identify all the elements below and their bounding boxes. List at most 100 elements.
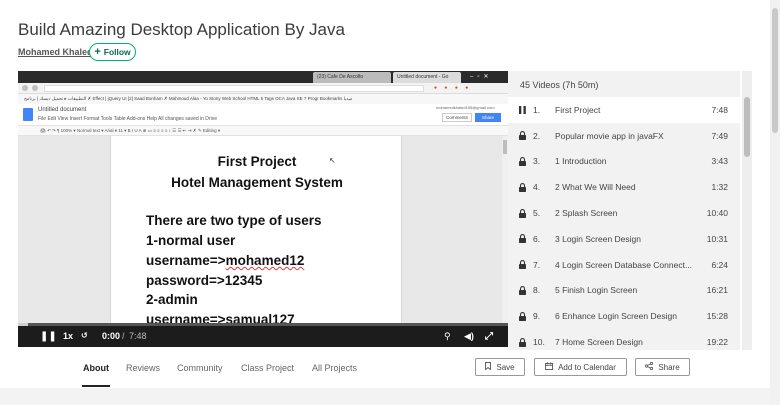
rewind-icon[interactable]: ↺ [81, 331, 88, 340]
lesson-item[interactable]: 2. Popular movie app in javaFX 7:49 [508, 123, 740, 149]
user-email: mohamedkhaled155@gmail.com [436, 105, 495, 110]
window-controls: –▫✕ [470, 74, 493, 80]
time-separator: / [122, 331, 125, 341]
lesson-title: First Project [555, 104, 601, 115]
lesson-item[interactable]: 4. 2 What We Will Need 1:32 [508, 174, 740, 200]
bookmark-icon [485, 362, 492, 372]
lesson-duration: 1:32 [711, 182, 728, 193]
doc-line: password=>12345 [146, 273, 263, 288]
lock-icon [519, 286, 531, 295]
doc-line: First Project [217, 154, 297, 169]
volume-icon[interactable]: ◀) [464, 331, 474, 342]
lesson-item[interactable]: 9. 6 Enhance Login Screen Design 15:28 [508, 303, 740, 329]
tab-class-project[interactable]: Class Project [241, 363, 294, 373]
doc-canvas: First Project Hotel Management System Th… [18, 136, 508, 327]
plus-icon: + [94, 45, 101, 58]
time-current: 0:00 [102, 331, 121, 341]
lesson-number: 6. [533, 233, 541, 244]
pause-icon [519, 105, 531, 114]
tab-all-projects[interactable]: All Projects [312, 363, 357, 373]
forward-icon [32, 85, 38, 91]
lesson-item[interactable]: 8. 5 Finish Login Screen 16:21 [508, 278, 740, 304]
back-icon [22, 85, 28, 91]
cursor-icon: ↖ [329, 156, 336, 165]
doc-text: username=> [146, 253, 226, 268]
playlist-scroll-thumb[interactable] [744, 97, 750, 157]
author-link[interactable]: Mohamed Khaled [18, 47, 93, 57]
doc-line: There are two type of users [146, 213, 322, 228]
playlist-scrollbar[interactable] [742, 71, 752, 350]
lesson-title: 1 Introduction [555, 156, 607, 167]
lock-icon [519, 260, 531, 270]
page-scroll-thumb[interactable] [772, 8, 778, 133]
lesson-number: 9. [533, 311, 541, 322]
lesson-duration: 6:24 [711, 259, 728, 270]
active-tab-indicator [82, 385, 110, 387]
doc-menu: File Edit View Insert Format Tools Table… [38, 116, 217, 122]
share-button[interactable]: Share [635, 358, 690, 376]
lesson-number: 5. [533, 208, 541, 219]
lesson-number: 7. [533, 259, 541, 270]
lesson-duration: 15:28 [706, 311, 728, 322]
docs-toolbar: 🖨 ↶ ↷ ¶ 100% ▾ Normal text ▾ Arial ▾ 11 … [18, 126, 508, 136]
speed-button[interactable]: 1x [63, 331, 73, 341]
add-to-calendar-button[interactable]: Add to Calendar [534, 358, 627, 376]
pin-icon[interactable]: ⚲ [444, 331, 451, 342]
fullscreen-icon[interactable]: ⤢ [485, 331, 493, 342]
lesson-number: 4. [533, 182, 541, 193]
doc-page: First Project Hotel Management System Th… [110, 136, 402, 327]
lesson-item[interactable]: 3. 1 Introduction 3:43 [508, 149, 740, 175]
tab-about[interactable]: About [83, 363, 109, 373]
extension-icons: ● ● ● ● [434, 85, 472, 91]
calendar-label: Add to Calendar [558, 362, 616, 372]
save-button[interactable]: Save [475, 358, 525, 376]
course-tabs: About Reviews Community Class Project Al… [0, 350, 770, 388]
follow-label: Follow [103, 47, 131, 57]
browser-tab: Untitled document - Go [393, 72, 461, 83]
lesson-item[interactable]: 10. 7 Home Screen Design 19:22 [508, 329, 740, 350]
video-player[interactable]: (23) Cafe De Ascolto Untitled document -… [18, 71, 508, 347]
browser-tab: (23) Cafe De Ascolto [313, 72, 391, 83]
doc-share-button: Share [475, 113, 501, 122]
lesson-item[interactable]: 7. 4 Login Screen Database Connect... 6:… [508, 252, 740, 278]
lesson-item[interactable]: 5. 2 Splash Screen 10:40 [508, 200, 740, 226]
lesson-title: Popular movie app in javaFX [555, 130, 664, 141]
doc-scroll-thumb [503, 140, 507, 154]
lesson-item[interactable]: 6. 3 Login Screen Design 10:31 [508, 226, 740, 252]
docs-header: Untitled document File Edit View Insert … [18, 104, 508, 126]
comments-button: Comments [442, 113, 472, 122]
tab-reviews[interactable]: Reviews [126, 363, 160, 373]
lesson-duration: 10:40 [706, 208, 728, 219]
lesson-duration: 7:49 [711, 130, 728, 141]
lock-icon [519, 311, 531, 321]
playlist-summary: 45 Videos (7h 50m) [520, 80, 599, 90]
playlist: 1. First Project 7:48 2. Popular movie a… [508, 97, 740, 350]
course-title: Build Amazing Desktop Application By Jav… [18, 20, 345, 39]
lesson-title: 3 Login Screen Design [555, 233, 642, 244]
follow-button[interactable]: + Follow [89, 43, 136, 61]
doc-line: Hotel Management System [171, 175, 343, 190]
lesson-number: 2. [533, 130, 541, 141]
progress-track[interactable] [18, 323, 508, 326]
lesson-item[interactable]: 1. First Project 7:48 [508, 97, 740, 123]
lesson-number: 10. [533, 337, 545, 348]
lesson-duration: 19:22 [706, 337, 728, 348]
lock-icon [519, 337, 531, 347]
docs-logo-icon [23, 108, 33, 121]
content-divider [0, 388, 770, 405]
tab-community[interactable]: Community [177, 363, 223, 373]
doc-line: 1-normal user [146, 233, 236, 248]
progress-fill [18, 323, 28, 326]
page-scrollbar[interactable] [770, 0, 780, 405]
lock-icon [519, 208, 531, 218]
pause-icon[interactable]: ❚❚ [40, 331, 57, 342]
lesson-number: 8. [533, 285, 541, 296]
save-label: Save [496, 362, 515, 372]
lock-icon [519, 182, 531, 192]
lesson-title: 5 Finish Login Screen [555, 285, 638, 296]
time-total: 7:48 [129, 331, 147, 341]
lesson-title: 2 What We Will Need [555, 182, 636, 193]
playlist-sidebar: 45 Videos (7h 50m) 1. First Project 7:48… [508, 71, 740, 350]
lesson-duration: 3:43 [711, 156, 728, 167]
doc-line: username=>mohamed12 [146, 253, 304, 268]
